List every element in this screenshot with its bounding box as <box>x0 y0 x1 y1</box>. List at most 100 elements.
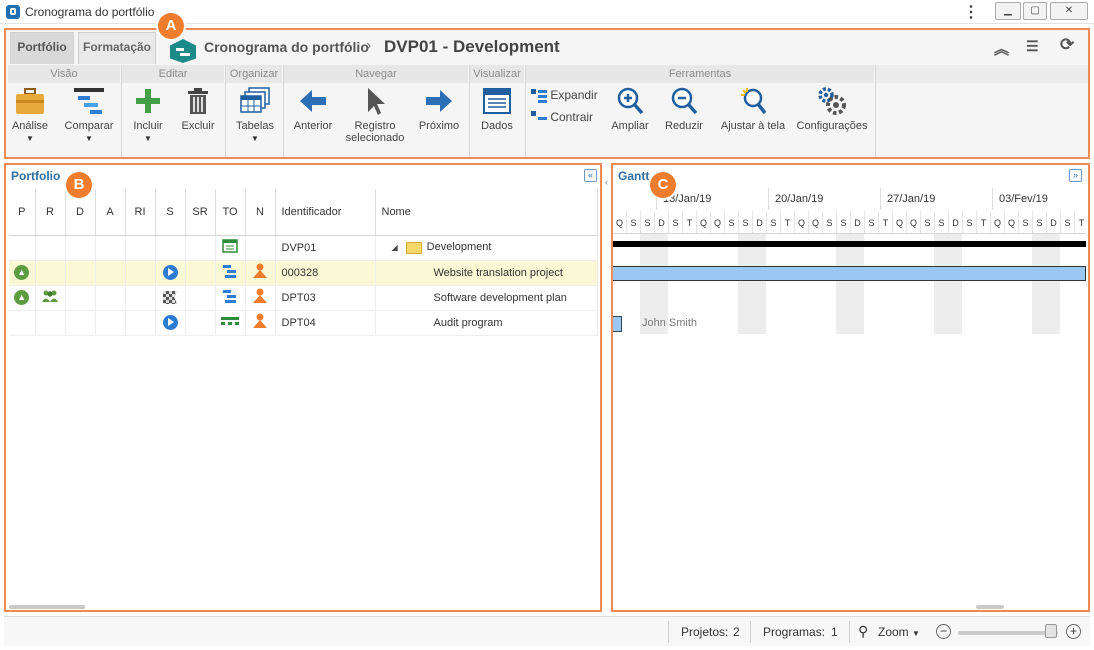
collapse-ribbon-icon[interactable]: ︽ <box>994 38 1009 59</box>
separator <box>121 65 122 157</box>
collapse-tree-icon <box>531 110 547 120</box>
day-label: D <box>654 211 668 233</box>
group-navegar: Navegar <box>284 65 468 83</box>
day-label: S <box>640 211 654 233</box>
excluir-button[interactable]: Excluir <box>178 86 218 132</box>
collapse-left-icon[interactable]: « <box>584 169 597 182</box>
day-label: S <box>1060 211 1074 233</box>
dropdown-arrow-icon: ▼ <box>144 134 152 143</box>
zoom-in-button[interactable]: + <box>1066 624 1081 639</box>
zoom-menu[interactable]: Zoom ▼ <box>878 625 920 639</box>
tab-portfolio[interactable]: Portfólio <box>10 32 74 64</box>
proximo-button[interactable]: Próximo <box>416 86 462 132</box>
day-label: S <box>962 211 976 233</box>
collapse-right-icon[interactable]: » <box>1069 169 1082 182</box>
person-icon <box>253 288 267 303</box>
col-header-ri[interactable]: RI <box>125 189 156 236</box>
comparar-button[interactable]: Comparar ▼ <box>62 86 116 143</box>
list-icon[interactable]: ☰ <box>1026 38 1039 55</box>
col-header-n[interactable]: N <box>245 189 276 236</box>
incluir-button[interactable]: Incluir ▼ <box>128 86 168 143</box>
day-label: Q <box>710 211 724 233</box>
table-row[interactable]: ▲ DPT03 Software development plan <box>9 285 598 311</box>
splitter-grip-icon[interactable]: ‹ <box>605 177 608 187</box>
maximize-button[interactable]: ▢ <box>1023 2 1047 20</box>
programas-count: 1 <box>831 625 838 639</box>
row-name: Website translation project <box>375 260 598 286</box>
day-label: D <box>752 211 766 233</box>
col-header-r[interactable]: R <box>35 189 66 236</box>
col-header-a[interactable]: A <box>95 189 126 236</box>
ajustar-label: Ajustar à tela <box>720 120 786 132</box>
col-header-identificador[interactable]: Identificador <box>275 189 376 236</box>
expandir-button[interactable]: Expandir <box>531 88 598 103</box>
reduzir-label: Reduzir <box>665 120 703 132</box>
group-organizar: Organizar <box>226 65 282 83</box>
zoom-slider-track[interactable] <box>958 631 1058 635</box>
portfolio-panel-title: Portfolio <box>11 169 61 183</box>
weekend-column <box>836 234 850 334</box>
plus-icon <box>136 89 160 113</box>
anterior-button[interactable]: Anterior <box>290 86 336 132</box>
close-button[interactable]: ✕ <box>1050 2 1088 20</box>
ribbon: Portfólio Formatação Cronograma do portf… <box>4 28 1090 159</box>
tree-collapse-icon[interactable]: ◢ <box>392 243 398 252</box>
tabelas-button[interactable]: Tabelas ▼ <box>232 86 278 143</box>
gantt-chart-area: John Smith <box>612 234 1086 611</box>
registro-selecionado-button[interactable]: Registro selecionado <box>342 86 408 144</box>
horizontal-scrollbar[interactable] <box>976 605 1004 609</box>
resource-label: John Smith <box>642 317 698 329</box>
separator <box>469 65 470 157</box>
priority-up-icon: ▲ <box>14 265 30 280</box>
dados-button[interactable]: Dados <box>476 86 518 132</box>
folder-icon <box>405 241 422 254</box>
col-header-p[interactable]: P <box>9 189 36 236</box>
table-row[interactable]: ▲ 000328 Website translation project <box>9 260 598 286</box>
weekend-column <box>850 234 864 334</box>
refresh-icon[interactable]: ⟳ <box>1060 35 1074 55</box>
col-header-to[interactable]: TO <box>215 189 246 236</box>
project-type-icon <box>223 290 236 303</box>
configuracoes-button[interactable]: Configurações <box>794 86 870 132</box>
col-header-sr[interactable]: SR <box>185 189 216 236</box>
minimize-button[interactable]: ▁ <box>995 2 1021 20</box>
col-header-s[interactable]: S <box>155 189 186 236</box>
day-label: Q <box>990 211 1004 233</box>
programas-label: Programas: <box>763 625 826 639</box>
reduzir-button[interactable]: Reduzir <box>662 86 706 132</box>
zoom-out-button[interactable]: − <box>936 624 951 639</box>
weekend-column <box>934 234 948 334</box>
expand-tree-icon <box>531 88 547 103</box>
table-row[interactable]: DPT04 Audit program <box>9 310 598 336</box>
project-task-bar[interactable] <box>612 266 1086 281</box>
gantt-timeline-header: 13/Jan/19 20/Jan/19 27/Jan/19 03/Fev/19 … <box>612 188 1086 234</box>
program-task-bar[interactable] <box>612 316 622 332</box>
chevron-down-icon: ▼ <box>912 629 920 638</box>
ajustar-tela-button[interactable]: Ajustar à tela <box>714 86 792 132</box>
analise-button[interactable]: Análise ▼ <box>8 86 52 143</box>
col-header-nome[interactable]: Nome <box>375 189 598 236</box>
project-type-icon <box>223 265 236 278</box>
more-options-icon[interactable]: ⋮ <box>963 2 979 22</box>
horizontal-scrollbar[interactable] <box>9 605 85 609</box>
day-label: S <box>626 211 640 233</box>
day-label: Q <box>1004 211 1018 233</box>
portfolio-summary-bar[interactable] <box>612 241 1086 247</box>
portfolio-schedule-icon <box>170 39 196 63</box>
day-label: S <box>724 211 738 233</box>
weekend-column <box>1046 234 1060 334</box>
ampliar-button[interactable]: Ampliar <box>608 86 652 132</box>
app-icon <box>6 5 20 19</box>
person-icon <box>253 263 267 278</box>
contrair-button[interactable]: Contrair <box>531 110 593 125</box>
panel-splitter[interactable]: ‹ <box>603 163 611 612</box>
gantt-panel: Gantt » 13/Jan/19 20/Jan/19 27/Jan/19 03… <box>611 163 1090 612</box>
zoom-slider-handle[interactable] <box>1045 624 1057 638</box>
table-row[interactable]: DVP01 ◢ Development <box>9 235 598 261</box>
dropdown-arrow-icon: ▼ <box>251 134 259 143</box>
tab-formatacao[interactable]: Formatação <box>78 32 156 64</box>
separator <box>750 621 751 643</box>
day-label: Q <box>892 211 906 233</box>
briefcase-icon <box>16 88 44 114</box>
breadcrumb-module[interactable]: Cronograma do portfólio <box>204 39 369 55</box>
